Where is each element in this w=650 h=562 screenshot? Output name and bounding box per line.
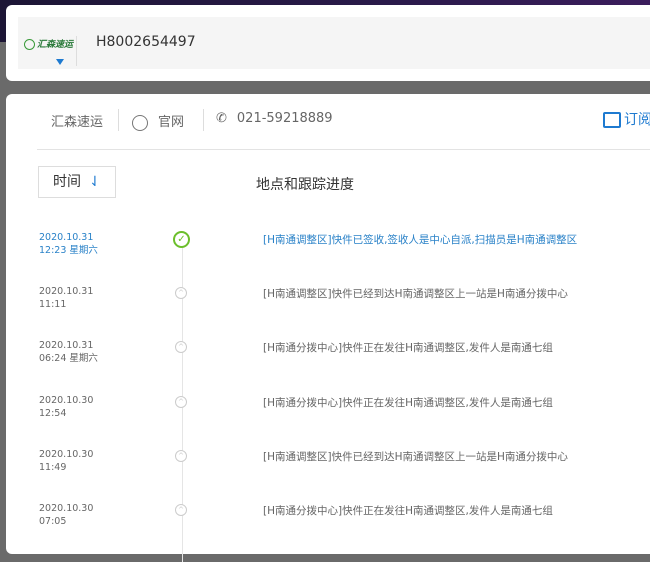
event-description: [H南通调整区]快件已经到达H南通调整区上一站是H南通分拨中心 (263, 288, 568, 301)
event-datetime: 2020.10.30 07:05 (39, 502, 93, 528)
event-date: 2020.10.31 (39, 340, 94, 352)
carrier-dropdown-icon[interactable] (56, 59, 64, 65)
carrier-logo[interactable]: 汇森速运 (24, 37, 73, 50)
chevron-up-circle-icon: ^ (175, 449, 187, 462)
event-date: 2020.10.31 (39, 286, 94, 298)
phone-link[interactable]: ✆ 021-59218889 (216, 111, 333, 126)
tracking-result-panel: 汇森速运 官网 ✆ 021-59218889 订阅 时间 ⇃ 地点和跟踪进度 202… (6, 94, 650, 562)
event-time: 12:54 (39, 407, 67, 419)
carrier-logo-text: 汇森速运 (37, 40, 74, 50)
website-label: 官网 (158, 115, 185, 130)
tracking-event-row: 2020.10.31 06:24 星期六 ^ [H南通分拨中心]快件正在发往H南通… (6, 339, 650, 389)
chevron-up-circle-icon: ^ (175, 504, 187, 516)
tracking-event-row: 2020.10.30 11:49 ^ [H南通调整区]快件已经到达H南通调整区上一… (6, 448, 650, 498)
event-datetime: 2020.10.31 06:24 星期六 (39, 339, 98, 365)
tracking-event-row: 2020.10.31 12:23 星期六 ✓ [H南通调整区]快件已签收,签收人是… (6, 231, 650, 281)
globe-icon (132, 114, 148, 131)
event-datetime: 2020.10.30 11:49 (39, 448, 93, 474)
event-time: 06:24 星期六 (39, 353, 98, 365)
chevron-up-circle-icon: ^ (175, 287, 187, 300)
phone-icon: ✆ (216, 111, 227, 126)
event-date: 2020.10.30 (39, 503, 94, 514)
event-time: 11:11 (39, 299, 67, 311)
divider (76, 36, 77, 66)
chevron-up-circle-icon: ^ (175, 395, 187, 408)
tracking-event-row: 2020.10.31 11:11 ^ [H南通调整区]快件已经到达H南通调整区上一… (6, 285, 650, 335)
chevron-up-circle-icon: ^ (175, 341, 187, 354)
book-icon (603, 112, 621, 128)
tracking-event-row: 2020.10.30 12:54 ^ [H南通分拨中心]快件正在发往H南通调整区,… (6, 394, 650, 444)
website-link[interactable]: 官网 (132, 111, 184, 131)
event-time: 07:05 (39, 516, 67, 527)
subscribe-label: 订阅 (624, 112, 650, 128)
tracking-number-input[interactable]: H8002654497 (96, 34, 196, 50)
carrier-name: 汇森速运 (51, 115, 104, 130)
phone-number: 021-59218889 (236, 111, 333, 126)
divider (37, 149, 650, 150)
check-circle-icon: ✓ (173, 231, 190, 248)
event-time: 11:49 (39, 461, 67, 473)
event-datetime: 2020.10.31 11:11 (39, 285, 93, 311)
tracking-search-box[interactable]: 汇森速运 H8002654497 (18, 17, 650, 69)
event-datetime: 2020.10.31 12:23 星期六 (39, 231, 98, 257)
subscribe-button[interactable]: 订阅 (603, 109, 650, 129)
event-description: [H南通调整区]快件已经到达H南通调整区上一站是H南通分拨中心 (263, 450, 568, 463)
divider (118, 109, 119, 131)
event-description: [H南通分拨中心]快件正在发往H南通调整区,发件人是南通七组 (263, 505, 553, 517)
event-date: 2020.10.30 (39, 394, 94, 406)
divider (203, 109, 204, 131)
event-date: 2020.10.30 (39, 448, 94, 460)
event-description: [H南通调整区]快件已签收,签收人是中心自派,扫描员是H南通调整区 (263, 234, 578, 246)
tracking-event-row: 2020.10.30 07:05 ^ [H南通分拨中心]快件正在发往H南通调整区,… (6, 502, 650, 552)
sort-by-time-button[interactable]: 时间 ⇃ (38, 166, 116, 198)
sort-arrow-icon: ⇃ (89, 174, 101, 190)
event-description: [H南通分拨中心]快件正在发往H南通调整区,发件人是南通七组 (263, 342, 553, 355)
sort-label: 时间 (53, 174, 81, 190)
event-date: 2020.10.31 (39, 232, 94, 243)
event-description: [H南通分拨中心]快件正在发往H南通调整区,发件人是南通七组 (263, 396, 553, 409)
event-datetime: 2020.10.30 12:54 (39, 394, 93, 420)
event-time: 12:23 星期六 (39, 245, 98, 256)
column-header-progress: 地点和跟踪进度 (256, 177, 354, 193)
search-card: 汇森速运 H8002654497 (6, 5, 650, 81)
